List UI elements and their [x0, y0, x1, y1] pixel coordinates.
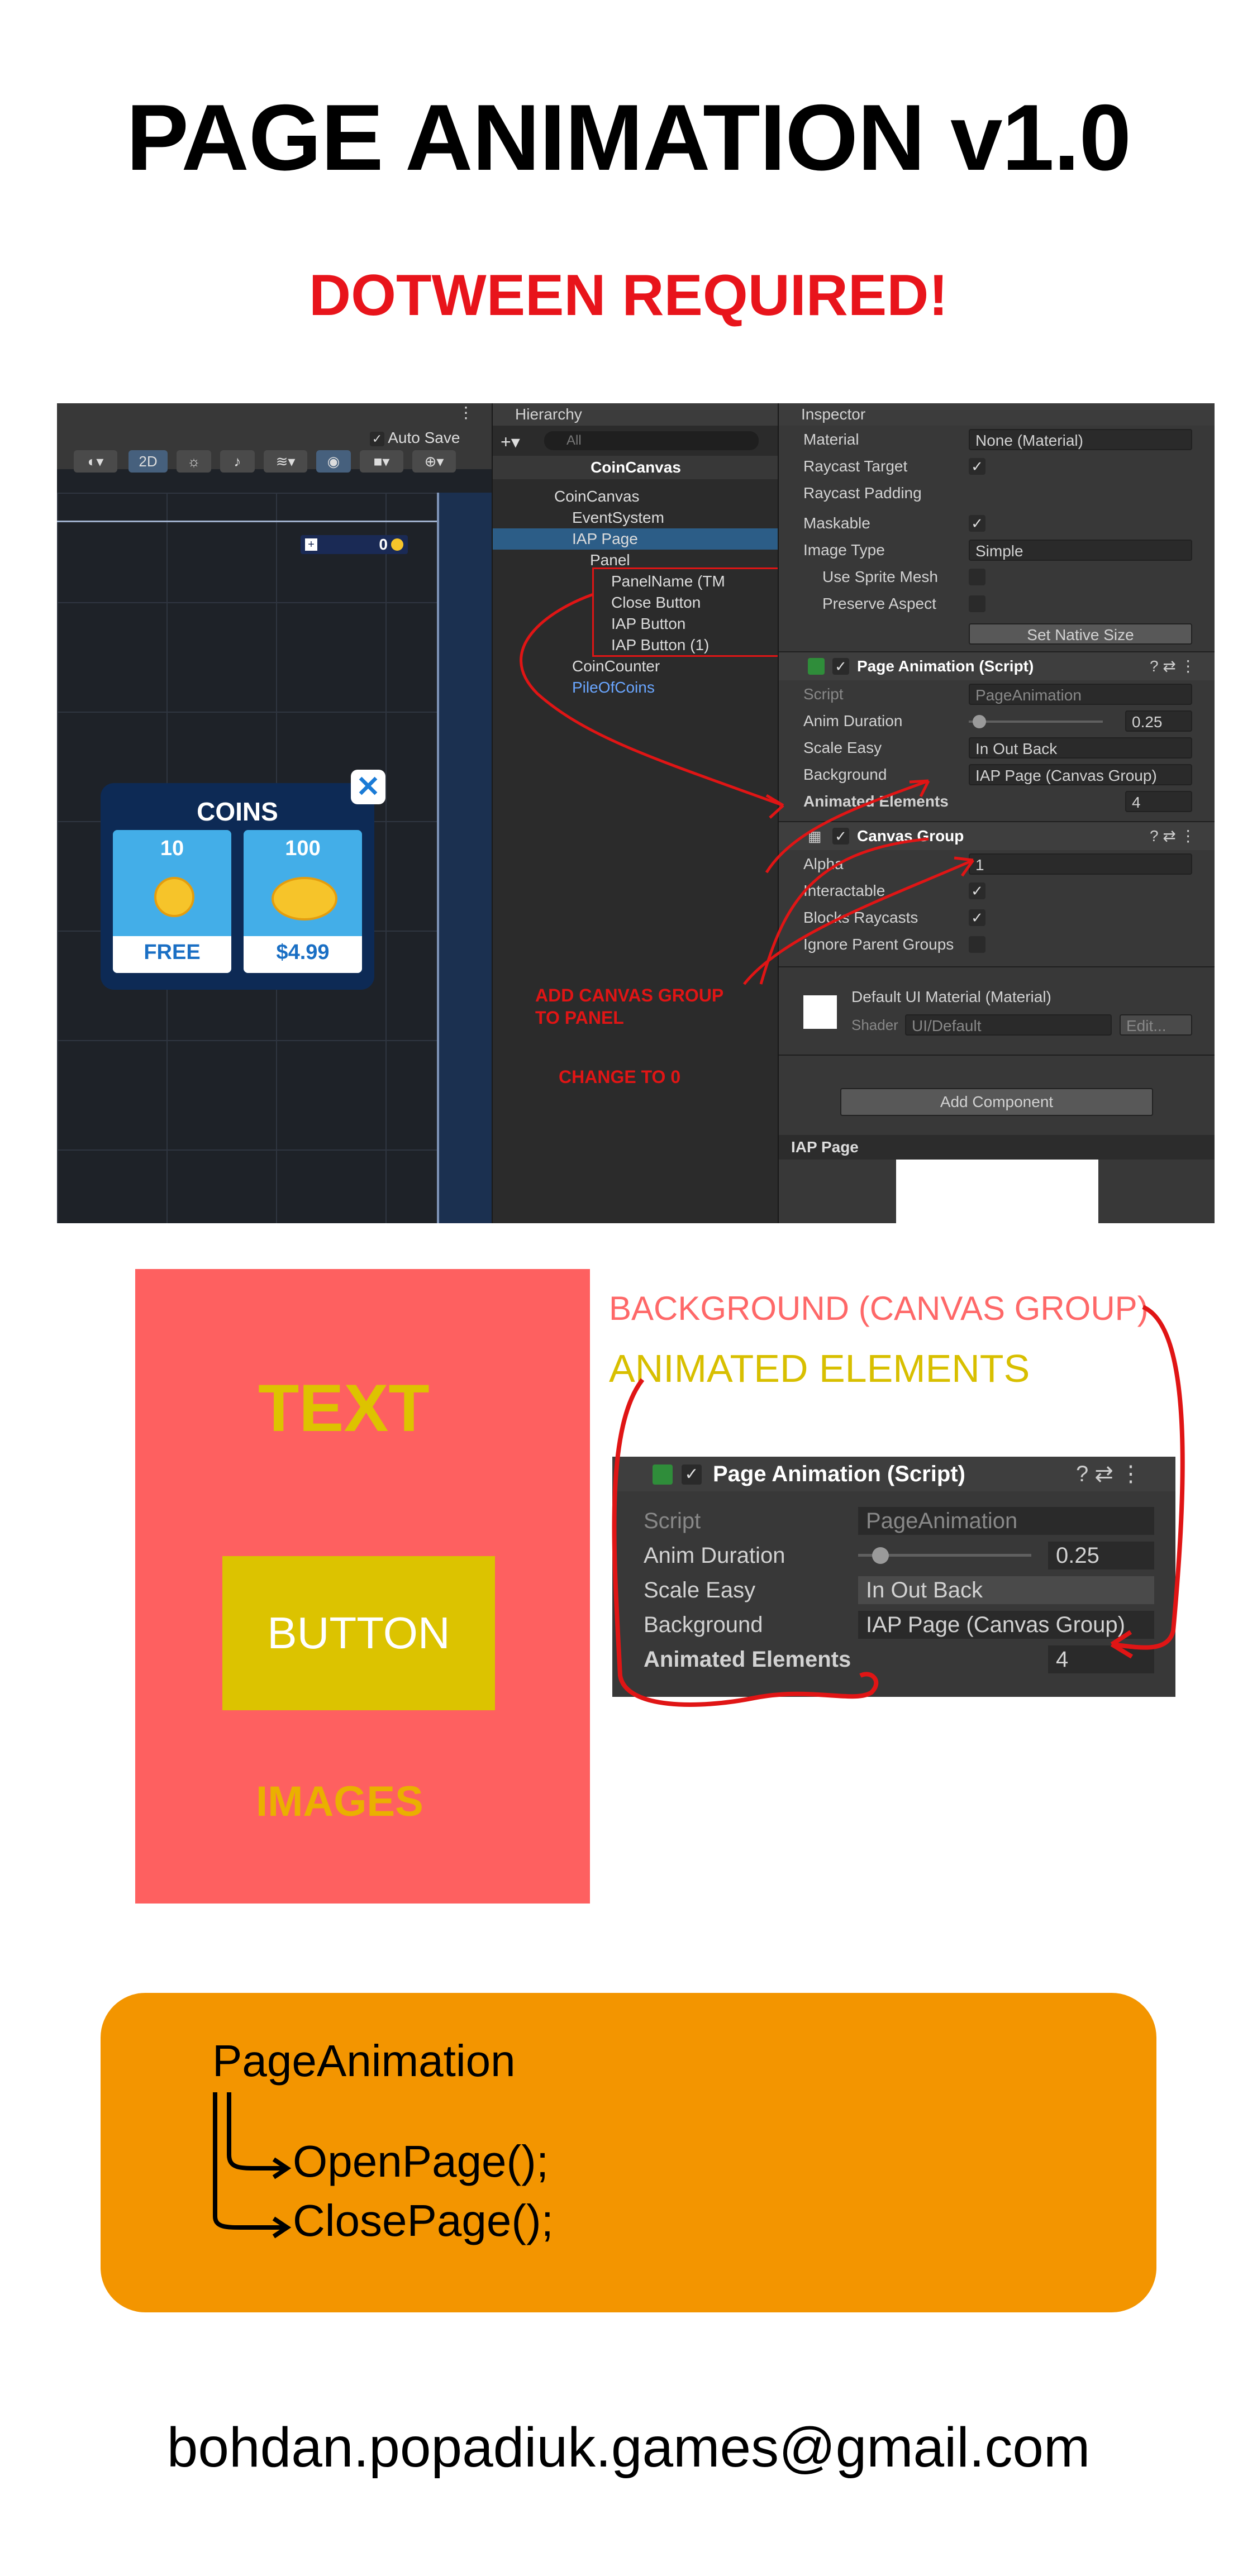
curve-elements-annotation — [612, 1378, 879, 1707]
tree-line-open — [227, 2092, 285, 2170]
method-tree-lines — [213, 2092, 292, 2239]
contact-email[interactable]: bohdan.popadiuk.games@gmail.com — [0, 2416, 1257, 2480]
code-usage-box: PageAnimation OpenPage(); ClosePage(); — [101, 1993, 1156, 2312]
curve-background-annotation — [1111, 1305, 1185, 1650]
